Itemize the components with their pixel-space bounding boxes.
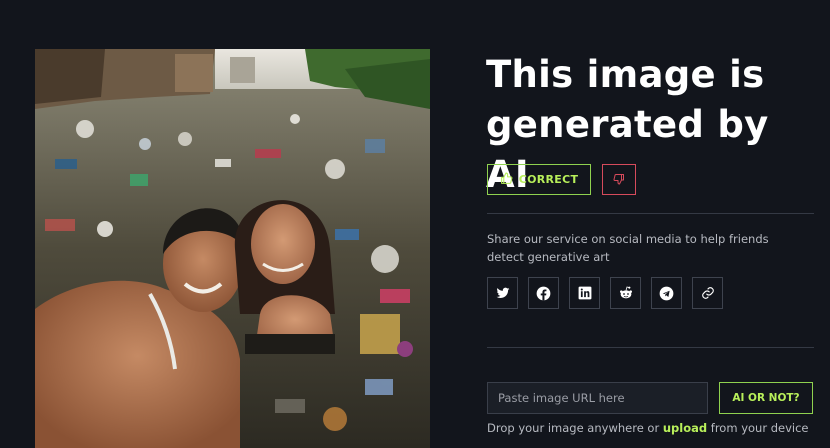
divider	[487, 213, 814, 214]
correct-button[interactable]: CORRECT	[487, 164, 591, 195]
verdict-line-1: This image is	[486, 53, 765, 96]
share-reddit-button[interactable]	[610, 277, 641, 309]
linkedin-icon	[578, 286, 591, 300]
share-twitter-button[interactable]	[487, 277, 518, 309]
divider	[487, 347, 814, 348]
analyzed-image	[35, 49, 430, 448]
image-url-input[interactable]	[487, 382, 708, 414]
share-telegram-button[interactable]	[651, 277, 682, 309]
telegram-icon	[659, 286, 674, 300]
copy-link-button[interactable]	[692, 277, 723, 309]
share-description: Share our service on social media to hel…	[487, 232, 769, 264]
ai-or-not-button[interactable]: AI OR NOT?	[719, 382, 813, 414]
upload-link[interactable]: upload	[663, 421, 707, 435]
drop-prefix: Drop your image anywhere or	[487, 421, 663, 435]
drop-instructions: Drop your image anywhere or upload from …	[487, 421, 809, 435]
reddit-icon	[619, 286, 632, 299]
correct-label: CORRECT	[518, 173, 579, 186]
thumbs-down-icon	[613, 170, 625, 189]
feedback-buttons: CORRECT	[487, 164, 636, 195]
share-linkedin-button[interactable]	[569, 277, 600, 309]
social-share-buttons	[487, 277, 723, 309]
thumbs-up-icon	[500, 172, 513, 188]
twitter-icon	[496, 287, 509, 299]
share-facebook-button[interactable]	[528, 277, 559, 309]
drop-suffix: from your device	[707, 421, 809, 435]
wrong-button[interactable]	[602, 164, 636, 195]
facebook-icon	[536, 286, 551, 300]
link-icon	[701, 287, 714, 299]
